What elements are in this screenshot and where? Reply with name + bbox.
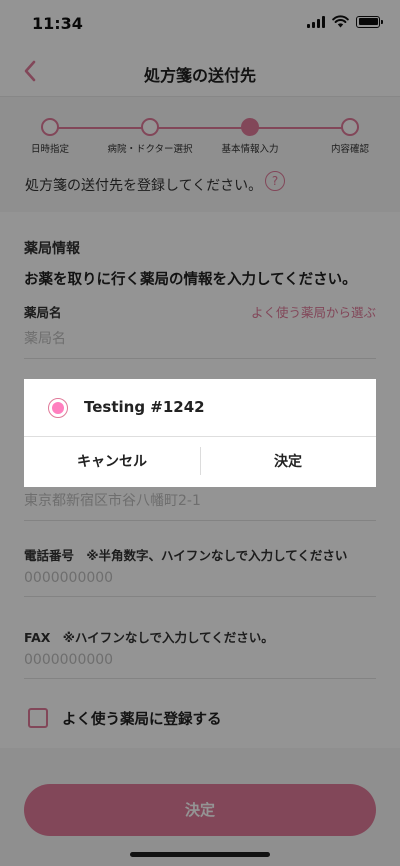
- pharmacy-picker-dialog: Testing #1242 キャンセル 決定: [24, 379, 376, 487]
- dialog-cancel-button[interactable]: キャンセル: [24, 437, 200, 487]
- home-indicator: [130, 852, 270, 857]
- dialog-confirm-button[interactable]: 決定: [200, 437, 376, 487]
- dialog-option-row[interactable]: Testing #1242: [24, 379, 376, 437]
- dialog-option-label[interactable]: Testing #1242: [84, 398, 205, 416]
- radio-selected-icon[interactable]: [48, 398, 68, 418]
